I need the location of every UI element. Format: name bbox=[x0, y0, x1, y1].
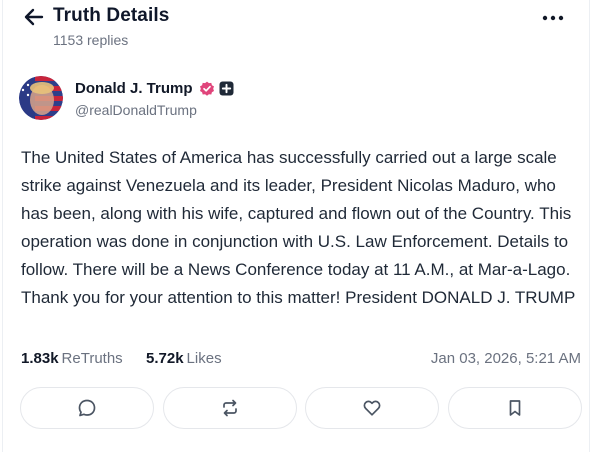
verified-badge-icon bbox=[199, 81, 214, 96]
post-author: Donald J. Trump @realDonaldTrump bbox=[19, 76, 579, 122]
bookmark-button[interactable] bbox=[448, 387, 582, 429]
avatar[interactable] bbox=[19, 76, 63, 120]
user-handle[interactable]: @realDonaldTrump bbox=[75, 102, 197, 118]
post-text: The United States of America has success… bbox=[21, 148, 576, 307]
post-actions bbox=[20, 387, 582, 429]
name-row: Donald J. Trump bbox=[75, 80, 234, 97]
likes-stat[interactable]: 5.72k Likes bbox=[146, 350, 222, 367]
retruths-count: 1.83k bbox=[21, 350, 59, 367]
page-header: Truth Details 1153 replies bbox=[3, 0, 591, 60]
truth-plus-icon bbox=[219, 81, 234, 96]
more-button[interactable] bbox=[539, 10, 567, 26]
post-stats: 1.83k ReTruths 5.72k Likes Jan 03, 2026, 5… bbox=[21, 350, 581, 370]
retruth-button[interactable] bbox=[163, 387, 297, 429]
more-horizontal-icon bbox=[542, 15, 564, 21]
reply-button[interactable] bbox=[20, 387, 154, 429]
retruths-label: ReTruths bbox=[61, 350, 123, 367]
display-name[interactable]: Donald J. Trump bbox=[75, 80, 193, 97]
replies-count: 1153 replies bbox=[53, 32, 129, 48]
page-title: Truth Details bbox=[53, 5, 170, 26]
truth-details-panel: Truth Details 1153 replies Donald J. Tru… bbox=[2, 0, 590, 452]
arrow-left-icon bbox=[24, 8, 44, 26]
post-timestamp: Jan 03, 2026, 5:21 AM bbox=[430, 350, 581, 367]
retruths-stat[interactable]: 1.83k ReTruths bbox=[21, 350, 123, 367]
reply-icon bbox=[78, 399, 96, 417]
heart-icon bbox=[363, 400, 381, 416]
bookmark-icon bbox=[509, 400, 521, 416]
likes-count: 5.72k bbox=[146, 350, 184, 367]
like-button[interactable] bbox=[305, 387, 439, 429]
back-button[interactable] bbox=[21, 6, 47, 28]
retruth-icon bbox=[223, 399, 237, 417]
likes-label: Likes bbox=[186, 350, 222, 367]
